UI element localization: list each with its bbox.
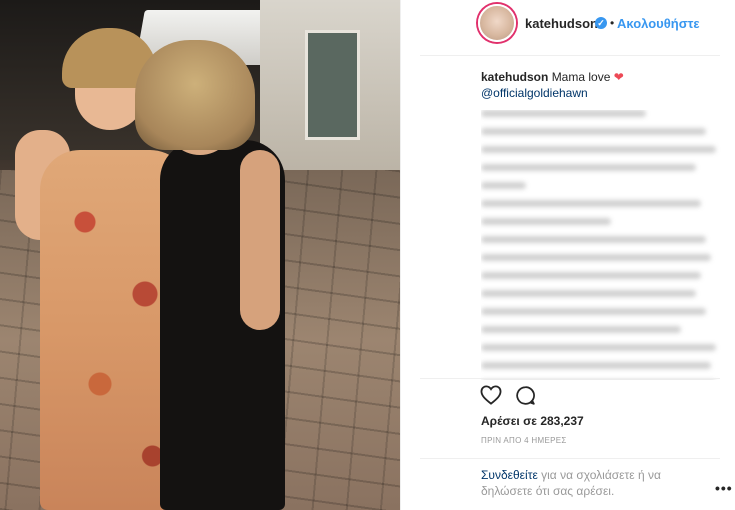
caption-mention[interactable]: @officialgoldiehawn (481, 85, 721, 101)
caption: katehudson Mama love ❤ @officialgoldieha… (481, 69, 721, 101)
blur-line (481, 128, 706, 135)
action-bar (480, 384, 536, 408)
blur-line (481, 254, 711, 261)
blur-line (481, 236, 706, 243)
person-right-arm (240, 150, 280, 330)
header-divider (420, 55, 720, 56)
follow-separator: • (610, 16, 615, 30)
blur-line (481, 200, 701, 207)
blur-line (481, 110, 646, 117)
likes-count[interactable]: Αρέσει σε 283,237 (481, 414, 584, 428)
blur-line (481, 344, 716, 351)
blur-line (481, 182, 526, 189)
caption-username[interactable]: katehudson (481, 70, 548, 84)
blurred-comments (481, 110, 721, 380)
heart-emoji: ❤ (613, 70, 624, 84)
header-username[interactable]: katehudson (525, 16, 598, 31)
blur-line (481, 290, 696, 297)
heart-icon (480, 385, 502, 405)
blur-line (481, 164, 696, 171)
like-button[interactable] (480, 384, 502, 406)
panel-divider (400, 0, 401, 510)
login-divider (420, 458, 720, 459)
shop-window (305, 30, 360, 140)
blur-line (481, 308, 706, 315)
login-prompt: Συνδεθείτε για να σχολιάσετε ή να δηλώσε… (481, 467, 696, 499)
follow-button[interactable]: Ακολουθήστε (617, 16, 700, 31)
blur-line (481, 326, 681, 333)
blur-line (481, 362, 711, 369)
blur-line (481, 218, 611, 225)
post-timestamp[interactable]: ΠΡΙΝ ΑΠΟ 4 ΗΜΕΡΕΣ (481, 436, 567, 445)
avatar[interactable] (478, 4, 516, 42)
actions-divider (420, 378, 720, 379)
blur-line (481, 272, 701, 279)
comment-button[interactable] (514, 384, 536, 406)
post-photo[interactable] (0, 0, 400, 510)
verified-badge-icon: ✓ (595, 17, 607, 29)
person-right-hair (135, 40, 255, 150)
comment-icon (515, 385, 535, 405)
login-link[interactable]: Συνδεθείτε (481, 468, 538, 482)
blur-line (481, 146, 716, 153)
caption-text: Mama love (551, 70, 611, 84)
more-options-icon[interactable]: ••• (715, 480, 733, 496)
